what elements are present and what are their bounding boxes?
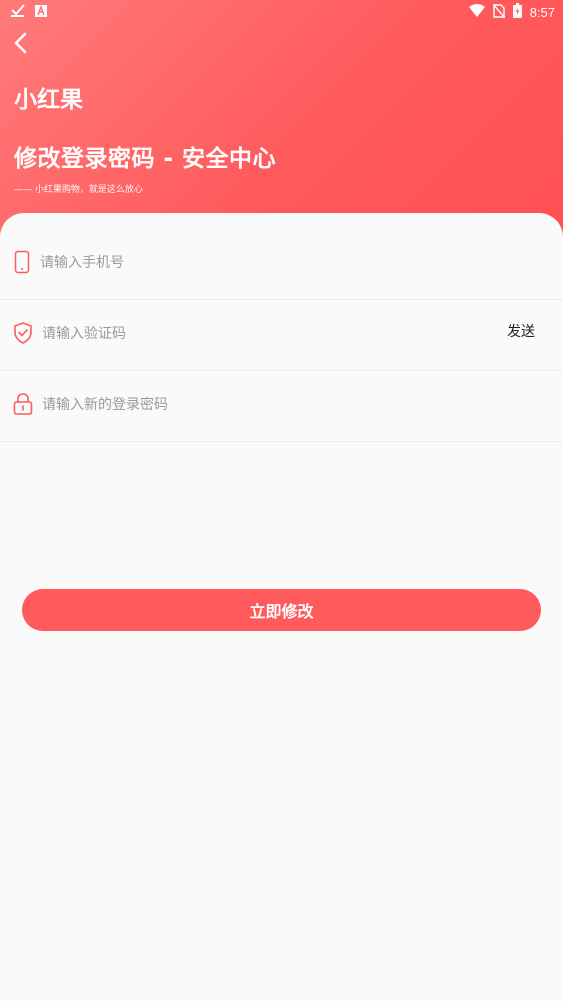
phone-row (0, 228, 563, 300)
submit-button[interactable]: 立即修改 (22, 589, 541, 631)
chevron-left-icon (10, 32, 34, 60)
no-sim-icon (492, 3, 506, 22)
status-bar: 8:57 (0, 0, 563, 24)
status-time: 8:57 (529, 5, 555, 20)
battery-icon (512, 3, 522, 22)
back-button[interactable] (10, 30, 34, 56)
slogan: —— 小红果购物，就是这么放心 (14, 185, 143, 195)
new-password-input[interactable] (40, 390, 464, 420)
phone-icon (12, 250, 34, 274)
verification-code-input[interactable] (40, 319, 464, 349)
app-a-icon (35, 4, 47, 21)
lock-icon (12, 392, 34, 416)
send-code-button[interactable]: 发送 (507, 321, 535, 341)
check-icon (11, 4, 25, 21)
password-row (0, 370, 563, 442)
code-row: 发送 (0, 299, 563, 371)
brand-name: 小红果 (14, 87, 83, 113)
shield-check-icon (12, 321, 34, 345)
wifi-icon (468, 4, 485, 21)
page-title: 修改登录密码 - 安全中心 (14, 146, 277, 172)
phone-input[interactable] (38, 248, 462, 278)
